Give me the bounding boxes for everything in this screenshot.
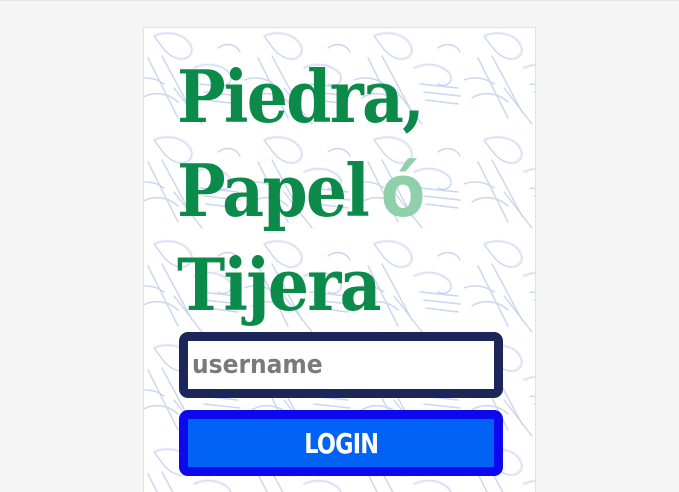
title-conjunction: ó [380, 149, 426, 233]
title-word-papel: Papel [177, 148, 370, 233]
login-card: Piedra, Papeló Tijera LOGIN [143, 27, 536, 492]
username-field-frame [179, 332, 503, 398]
game-title: Piedra, Papel ó Tijera [177, 50, 426, 332]
title-line-papel: Papel ó [177, 144, 426, 238]
title-line-tijera: Tijera [177, 242, 382, 327]
login-button-label: LOGIN [303, 426, 379, 460]
title-line-piedra: Piedra, [177, 54, 425, 139]
browser-top-divider [0, 0, 679, 1]
username-input[interactable] [188, 341, 494, 389]
login-button[interactable]: LOGIN [179, 410, 503, 476]
